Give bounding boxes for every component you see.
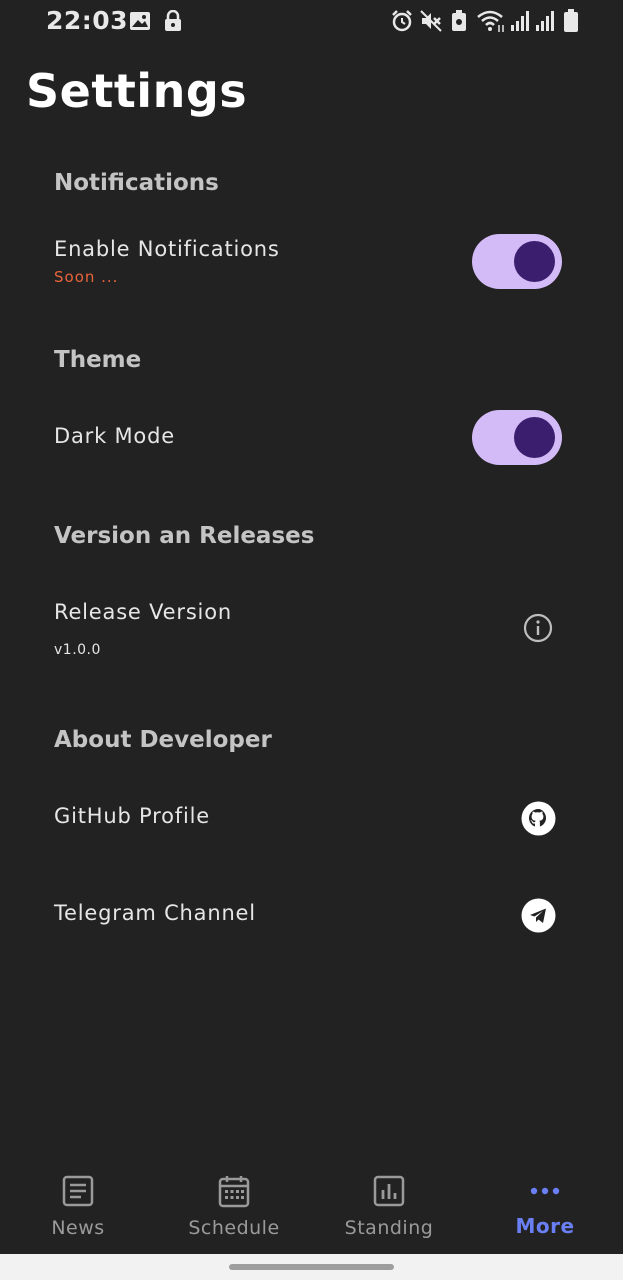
toggle-knob bbox=[514, 417, 555, 458]
nav-item-schedule[interactable]: Schedule bbox=[156, 1160, 312, 1254]
alarm-icon bbox=[392, 10, 412, 32]
nav-item-news[interactable]: News bbox=[0, 1160, 156, 1254]
battery-icon bbox=[564, 9, 578, 32]
image-icon bbox=[130, 12, 150, 30]
release-version-value: v1.0.0 bbox=[54, 642, 101, 658]
notifications-heading: Notifications bbox=[54, 170, 219, 196]
release-version-label: Release Version bbox=[54, 600, 232, 624]
github-icon[interactable] bbox=[521, 801, 556, 836]
nav-label-schedule: Schedule bbox=[188, 1217, 280, 1239]
status-bar: 22:03 bbox=[0, 0, 623, 44]
status-time: 22:03 bbox=[46, 6, 129, 35]
info-icon[interactable] bbox=[522, 612, 554, 644]
page-title: Settings bbox=[26, 64, 248, 118]
wifi-icon bbox=[477, 10, 504, 32]
enable-notifications-label: Enable Notifications bbox=[54, 237, 280, 261]
enable-notifications-sub: Soon ... bbox=[54, 268, 119, 286]
more-dots-icon bbox=[530, 1187, 560, 1195]
mute-icon bbox=[420, 10, 442, 32]
home-gesture-handle[interactable] bbox=[229, 1264, 394, 1270]
nav-item-standing[interactable]: Standing bbox=[311, 1160, 467, 1254]
version-heading: Version an Releases bbox=[54, 523, 315, 549]
signal-icon bbox=[511, 11, 529, 31]
dark-mode-toggle[interactable] bbox=[472, 410, 562, 465]
toggle-knob bbox=[514, 241, 555, 282]
about-developer-heading: About Developer bbox=[54, 727, 272, 753]
bottom-navigation: News Schedule Standing More bbox=[0, 1160, 623, 1254]
nav-item-more[interactable]: More bbox=[467, 1160, 623, 1254]
telegram-channel-label[interactable]: Telegram Channel bbox=[54, 901, 256, 925]
signal-2-icon bbox=[536, 11, 554, 31]
nav-label-more: More bbox=[515, 1214, 575, 1238]
news-icon bbox=[62, 1175, 94, 1207]
nav-label-standing: Standing bbox=[344, 1217, 434, 1239]
nav-label-news: News bbox=[51, 1217, 105, 1239]
dark-mode-label: Dark Mode bbox=[54, 424, 175, 448]
gesture-bar bbox=[0, 1254, 623, 1280]
bar-chart-icon bbox=[373, 1175, 405, 1207]
github-profile-label[interactable]: GitHub Profile bbox=[54, 804, 210, 828]
calendar-icon bbox=[218, 1176, 250, 1208]
theme-heading: Theme bbox=[54, 347, 142, 373]
telegram-icon[interactable] bbox=[521, 898, 556, 933]
battery-saver-icon bbox=[452, 10, 466, 31]
lock-icon bbox=[165, 10, 181, 31]
enable-notifications-toggle[interactable] bbox=[472, 234, 562, 289]
